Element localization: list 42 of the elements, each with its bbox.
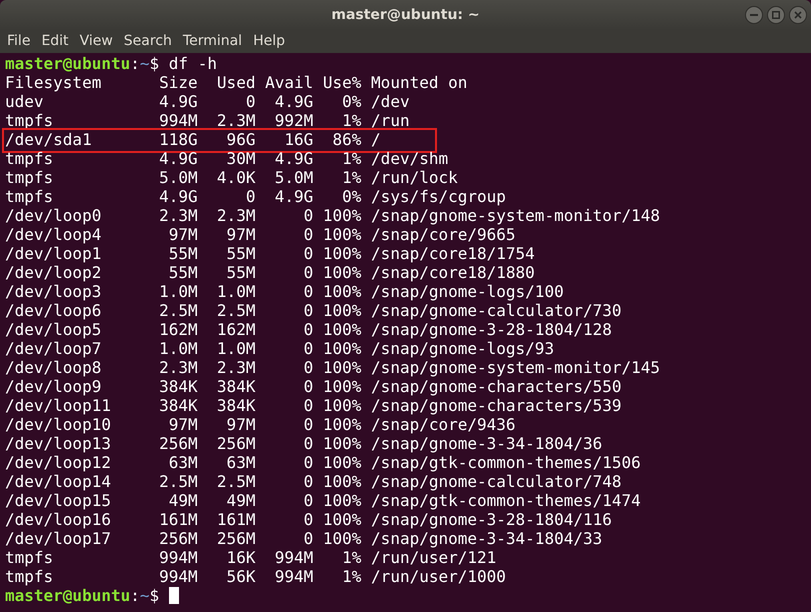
output-line: /dev/loop4 97M 97M 0 100% /snap/core/9665 (5, 225, 516, 244)
output-line: /dev/loop2 55M 55M 0 100% /snap/core18/1880 (5, 263, 535, 282)
output-line: Filesystem Size Used Avail Use% Mounted on (5, 73, 468, 92)
output-line: /dev/loop12 63M 63M 0 100% /snap/gtk-common-themes/1506 (5, 453, 641, 472)
window-title: master@ubuntu: ~ (331, 6, 480, 24)
output-line: /dev/loop16 161M 161M 0 100% /snap/gnome-3-28-1804/116 (5, 510, 612, 529)
output-line: tmpfs 994M 2.3M 992M 1% /run (5, 111, 410, 130)
maximize-icon (772, 11, 780, 19)
output-line: /dev/loop14 2.5M 2.5M 0 100% /snap/gnome-calculator/748 (5, 472, 622, 491)
menu-item[interactable]: Edit (37, 31, 73, 52)
shell-prompt: master@ubuntu:~$ df -h (5, 54, 217, 73)
output-line: /dev/loop7 1.0M 1.0M 0 100% /snap/gnome-logs/93 (5, 339, 554, 358)
menu-item[interactable]: File (3, 31, 34, 52)
menu-item[interactable]: Search (120, 31, 176, 52)
minimize-icon (750, 14, 758, 16)
output-line: tmpfs 4.9G 30M 4.9G 1% /dev/shm (5, 149, 448, 168)
menu-item[interactable]: View (76, 31, 117, 52)
output-line: /dev/loop0 2.3M 2.3M 0 100% /snap/gnome-system-monitor/148 (5, 206, 660, 225)
output-line: tmpfs 4.9G 0 4.9G 0% /sys/fs/cgroup (5, 187, 506, 206)
maximize-button[interactable] (767, 6, 785, 24)
output-line: /dev/loop1 55M 55M 0 100% /snap/core18/1754 (5, 244, 535, 263)
output-line: /dev/loop15 49M 49M 0 100% /snap/gtk-common-themes/1474 (5, 491, 641, 510)
output-line: /dev/sda1 118G 96G 16G 86% / (5, 130, 381, 149)
output-line: tmpfs 5.0M 4.0K 5.0M 1% /run/lock (5, 168, 458, 187)
close-icon (794, 11, 802, 19)
output-line: /dev/loop3 1.0M 1.0M 0 100% /snap/gnome-logs/100 (5, 282, 564, 301)
output-line: /dev/loop10 97M 97M 0 100% /snap/core/9436 (5, 415, 516, 434)
output-line: /dev/loop9 384K 384K 0 100% /snap/gnome-characters/550 (5, 377, 622, 396)
output-line: /dev/loop13 256M 256M 0 100% /snap/gnome-3-34-1804/36 (5, 434, 602, 453)
close-button[interactable] (789, 6, 807, 24)
output-line: /dev/loop6 2.5M 2.5M 0 100% /snap/gnome-calculator/730 (5, 301, 622, 320)
menu-item[interactable]: Help (249, 31, 289, 52)
output-line: /dev/loop5 162M 162M 0 100% /snap/gnome-3-28-1804/128 (5, 320, 612, 339)
minimize-button[interactable] (745, 6, 763, 24)
output-line: tmpfs 994M 56K 994M 1% /run/user/1000 (5, 567, 506, 586)
menu-item[interactable]: Terminal (178, 31, 246, 52)
output-line: /dev/loop8 2.3M 2.3M 0 100% /snap/gnome-system-monitor/145 (5, 358, 660, 377)
output-line: udev 4.9G 0 4.9G 0% /dev (5, 92, 410, 111)
output-line: /dev/loop11 384K 384K 0 100% /snap/gnome-characters/539 (5, 396, 622, 415)
output-line: /dev/loop17 256M 256M 0 100% /snap/gnome-3-34-1804/33 (5, 529, 602, 548)
shell-prompt: master@ubuntu:~$ (5, 586, 160, 605)
output-line: tmpfs 994M 16K 994M 1% /run/user/121 (5, 548, 496, 567)
